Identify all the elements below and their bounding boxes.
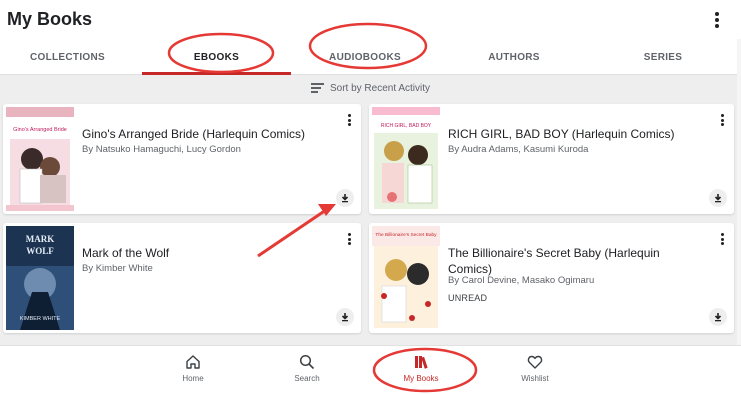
sort-label: Sort by Recent Activity bbox=[329, 82, 431, 94]
overflow-menu-icon[interactable] bbox=[713, 12, 721, 28]
book-cover[interactable]: The Billionaire's Secret Baby bbox=[372, 226, 440, 330]
tab-ebooks[interactable]: EBOOKS bbox=[142, 39, 291, 75]
book-author: By Kimber White bbox=[82, 263, 153, 274]
nav-search[interactable]: Search bbox=[272, 346, 342, 394]
book-cover[interactable]: RICH GIRL, BAD BOY bbox=[372, 107, 440, 211]
book-cover[interactable]: MARK WOLF KIMBER WHITE bbox=[6, 226, 74, 330]
download-icon bbox=[341, 313, 349, 322]
search-icon bbox=[299, 354, 315, 370]
sort-control[interactable]: Sort by Recent Activity bbox=[0, 78, 741, 98]
book-cover[interactable]: Gino's Arranged Bride bbox=[6, 107, 74, 211]
svg-text:RICH GIRL, BAD BOY: RICH GIRL, BAD BOY bbox=[381, 123, 432, 129]
nav-search-label: Search bbox=[294, 374, 320, 383]
svg-text:The Billionaire's Secret Baby: The Billionaire's Secret Baby bbox=[375, 232, 437, 238]
heart-icon bbox=[527, 355, 543, 369]
svg-text:Gino's Arranged Bride: Gino's Arranged Bride bbox=[13, 127, 67, 133]
nav-my-books-label: My Books bbox=[403, 374, 439, 383]
tab-bar: COLLECTIONS EBOOKS AUDIOBOOKS AUTHORS SE… bbox=[0, 39, 741, 75]
nav-home-label: Home bbox=[182, 374, 204, 383]
download-icon bbox=[341, 194, 349, 203]
card-menu-icon[interactable] bbox=[346, 233, 352, 247]
tab-audiobooks[interactable]: AUDIOBOOKS bbox=[291, 39, 439, 75]
book-title[interactable]: RICH GIRL, BAD BOY (Harlequin Comics) bbox=[448, 126, 678, 142]
book-author: By Carol Devine, Masako Ogimaru bbox=[448, 275, 595, 286]
tab-authors[interactable]: AUTHORS bbox=[440, 39, 588, 75]
tab-series[interactable]: SERIES bbox=[588, 39, 738, 75]
book-card[interactable]: Gino's Arranged Bride Gino's Arranged Br… bbox=[3, 104, 361, 214]
nav-home[interactable]: Home bbox=[158, 346, 228, 394]
download-button[interactable] bbox=[336, 189, 354, 207]
nav-wishlist[interactable]: Wishlist bbox=[500, 346, 570, 394]
download-icon bbox=[714, 313, 722, 322]
page-title: My Books bbox=[7, 9, 93, 29]
card-menu-icon[interactable] bbox=[719, 114, 725, 128]
home-icon bbox=[186, 355, 200, 369]
book-title[interactable]: The Billionaire's Secret Baby (Harlequin… bbox=[448, 245, 678, 277]
status-badge: UNREAD bbox=[448, 293, 488, 303]
book-title[interactable]: Gino's Arranged Bride (Harlequin Comics) bbox=[82, 126, 312, 142]
tab-collections[interactable]: COLLECTIONS bbox=[0, 39, 135, 75]
book-title[interactable]: Mark of the Wolf bbox=[82, 245, 312, 261]
svg-text:WOLF: WOLF bbox=[26, 246, 54, 256]
book-author: By Audra Adams, Kasumi Kuroda bbox=[448, 144, 589, 155]
app-header: My Books bbox=[0, 0, 741, 39]
book-card[interactable]: RICH GIRL, BAD BOY RICH GIRL, BAD BOY (H… bbox=[369, 104, 734, 214]
books-icon bbox=[415, 356, 428, 369]
sort-icon bbox=[310, 83, 324, 93]
book-card[interactable]: The Billionaire's Secret Baby The Billio… bbox=[369, 223, 734, 333]
card-menu-icon[interactable] bbox=[346, 114, 352, 128]
nav-wishlist-label: Wishlist bbox=[521, 374, 549, 383]
book-card[interactable]: MARK WOLF KIMBER WHITE Mark of the Wolf … bbox=[3, 223, 361, 333]
nav-my-books[interactable]: My Books bbox=[386, 346, 456, 394]
book-author: By Natsuko Hamaguchi, Lucy Gordon bbox=[82, 144, 241, 155]
card-menu-icon[interactable] bbox=[719, 233, 725, 247]
download-button[interactable] bbox=[709, 308, 727, 326]
download-button[interactable] bbox=[709, 189, 727, 207]
svg-text:MARK: MARK bbox=[26, 234, 55, 244]
svg-text:KIMBER WHITE: KIMBER WHITE bbox=[20, 316, 61, 322]
bottom-navigation: Home Search My Books Wishlist bbox=[0, 345, 741, 394]
download-icon bbox=[714, 194, 722, 203]
download-button[interactable] bbox=[336, 308, 354, 326]
app-window: My Books COLLECTIONS EBOOKS AUDIOBOOKS A… bbox=[0, 0, 741, 394]
